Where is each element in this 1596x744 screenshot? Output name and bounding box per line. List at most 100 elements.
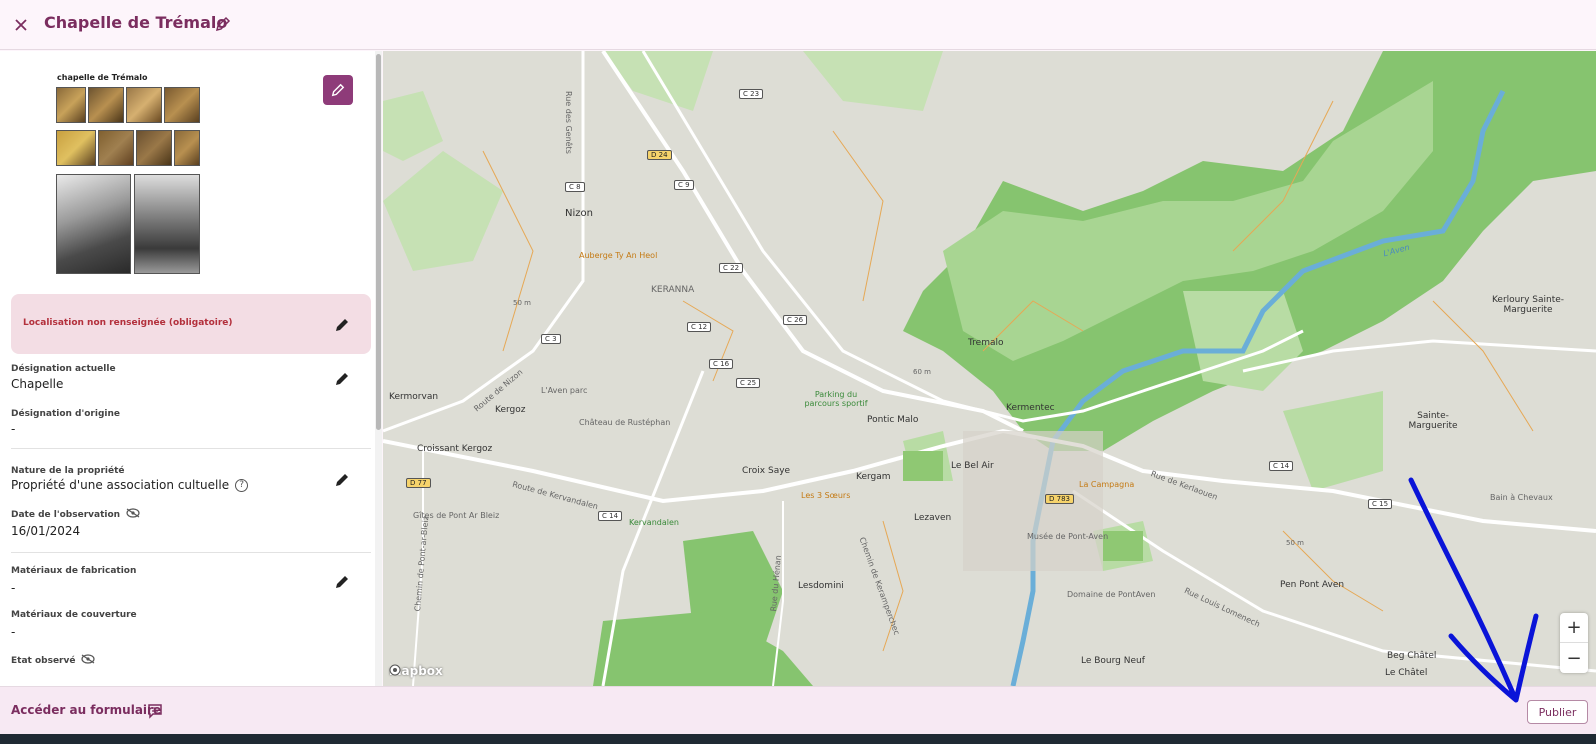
map-road-label: D 77 [406, 478, 431, 488]
zoom-out-button[interactable]: − [1560, 643, 1588, 673]
materiaux-fabrication-value: - [11, 581, 16, 595]
map-place-label: Le Bourg Neuf [1081, 656, 1145, 666]
map-place-label: Sainte-Marguerite [1408, 411, 1458, 431]
map-road-label: C 14 [1269, 461, 1294, 471]
map-place-label: Kergam [856, 472, 891, 482]
close-icon[interactable] [8, 12, 34, 38]
edit-photo-button[interactable] [323, 75, 353, 105]
open-form-link[interactable]: Accéder au formulaire [11, 703, 161, 717]
edit-materiaux-button[interactable] [331, 571, 353, 593]
detail-sidebar: chapelle de Trémalo Localisation non ren… [0, 51, 382, 686]
map-road-label: C 14 [598, 511, 623, 521]
edit-propriete-button[interactable] [331, 469, 353, 491]
map-poi-label: Les 3 Sœurs [801, 491, 851, 500]
map-road-label: C 12 [687, 322, 712, 332]
map-place-label: Le Bel Air [951, 461, 994, 471]
photo-thumbnail [56, 87, 86, 123]
mapbox-logo[interactable]: mapbox [389, 664, 443, 678]
map-road-label: D 24 [647, 150, 672, 160]
nature-propriete-label: Nature de la propriété [11, 466, 125, 476]
map-place-label: KERANNA [651, 285, 695, 295]
map-place-label: Beg Châtel [1387, 651, 1437, 661]
location-alert: Localisation non renseignée (obligatoire… [11, 294, 371, 354]
page-title: Chapelle de Trémalo [44, 13, 228, 32]
photo-thumbnail [88, 87, 124, 123]
map-road-label: C 25 [736, 378, 761, 388]
materiaux-fabrication-label: Matériaux de fabrication [11, 566, 137, 576]
comment-icon[interactable] [146, 702, 164, 720]
map-poi-label: Kervandalen [629, 518, 679, 527]
help-icon[interactable]: ? [235, 478, 249, 492]
map-road-label: C 3 [541, 334, 561, 344]
photo-thumbnail [134, 174, 200, 274]
map-place-label: Lesdomini [798, 581, 844, 591]
photo-thumbnail [56, 174, 131, 274]
eye-off-icon[interactable] [126, 508, 140, 521]
map-place-label: Kerloury Sainte-Marguerite [1491, 295, 1565, 315]
map-place-label: Nizon [565, 208, 593, 219]
map-place-label: Pontic Malo [867, 415, 919, 425]
map-road-label: C 9 [674, 180, 694, 190]
top-bar: Chapelle de Trémalo [0, 0, 1596, 50]
map-poi-label: Château de Rustéphan [579, 418, 671, 427]
map-road-label: C 15 [1368, 499, 1393, 509]
map-contour-label: 50 m [513, 299, 531, 307]
date-observation-label-row: Date de l'observation [11, 508, 140, 521]
date-observation-value: 16/01/2024 [11, 524, 81, 538]
date-observation-label: Date de l'observation [11, 509, 121, 520]
map-poi-label: Parking du parcours sportif [804, 390, 868, 408]
map-poi-label: Auberge Ty An Heol [579, 251, 658, 260]
photo-thumbnail [98, 130, 134, 166]
publish-button[interactable]: Publier [1527, 700, 1588, 724]
zoom-in-button[interactable]: + [1560, 613, 1588, 643]
map-place-label: Kermorvan [389, 392, 439, 402]
pencil-icon[interactable] [212, 13, 234, 35]
map-place-label: Lezaven [914, 513, 952, 523]
os-taskbar [0, 734, 1596, 744]
nature-propriete-value: Propriété d'une association cultuelle [11, 478, 230, 492]
photo-caption: chapelle de Trémalo [57, 73, 148, 82]
divider [11, 552, 371, 553]
sidebar-scrollbar[interactable] [375, 51, 382, 686]
map-place-label: Pen Pont Aven [1280, 580, 1345, 590]
map-road-label: C 23 [739, 89, 764, 99]
map-contour-label: 60 m [913, 368, 931, 376]
photo-thumbnail [126, 87, 162, 123]
map-place-label: Kergoz [495, 405, 526, 415]
map-road-label: C 16 [709, 359, 734, 369]
scrollbar-thumb[interactable] [376, 54, 381, 430]
photo-thumbnail [164, 87, 200, 123]
materiaux-couverture-label: Matériaux de couverture [11, 610, 137, 620]
designation-origine-label: Désignation d'origine [11, 409, 120, 419]
map-road-label: C 8 [565, 182, 585, 192]
map-place-label: Tremalo [968, 338, 1004, 348]
map-road-label: D 783 [1045, 494, 1074, 504]
bottom-bar: Accéder au formulaire Publier [0, 686, 1596, 734]
map-road-label: C 26 [783, 315, 808, 325]
map-road-label: C 22 [719, 263, 744, 273]
map-place-label: Croix Saye [742, 466, 791, 476]
eye-off-icon[interactable] [81, 654, 96, 667]
photo-collage[interactable]: chapelle de Trémalo [55, 71, 203, 275]
designation-actuelle-label: Désignation actuelle [11, 364, 116, 374]
photo-thumbnail [136, 130, 172, 166]
etat-observe-label-row: Etat observé [11, 654, 96, 667]
etat-observe-label: Etat observé [11, 655, 76, 666]
map-place-label: Kermentec [1006, 403, 1055, 413]
map-poi-label: Domaine de PontAven [1067, 590, 1156, 599]
designation-actuelle-value: Chapelle [11, 377, 64, 391]
map-poi-label: La Campagna [1079, 480, 1135, 489]
photo-thumbnail [174, 130, 200, 166]
map-contour-label: 50 m [1286, 539, 1304, 547]
map-view[interactable]: Nizon KERANNA Kermorvan Kergoz Croissant… [383, 51, 1596, 686]
edit-location-button[interactable] [331, 314, 353, 336]
map-place-label: Le Châtel [1385, 668, 1428, 678]
materiaux-couverture-value: - [11, 625, 16, 639]
edit-designation-button[interactable] [331, 368, 353, 390]
map-poi-label: Musée de Pont-Aven [1027, 532, 1109, 541]
divider [11, 448, 371, 449]
nature-propriete-row: Propriété d'une association cultuelle ? [11, 478, 249, 492]
designation-origine-value: - [11, 422, 16, 436]
alert-text: Localisation non renseignée (obligatoire… [23, 318, 233, 328]
zoom-control: + − [1560, 613, 1588, 673]
